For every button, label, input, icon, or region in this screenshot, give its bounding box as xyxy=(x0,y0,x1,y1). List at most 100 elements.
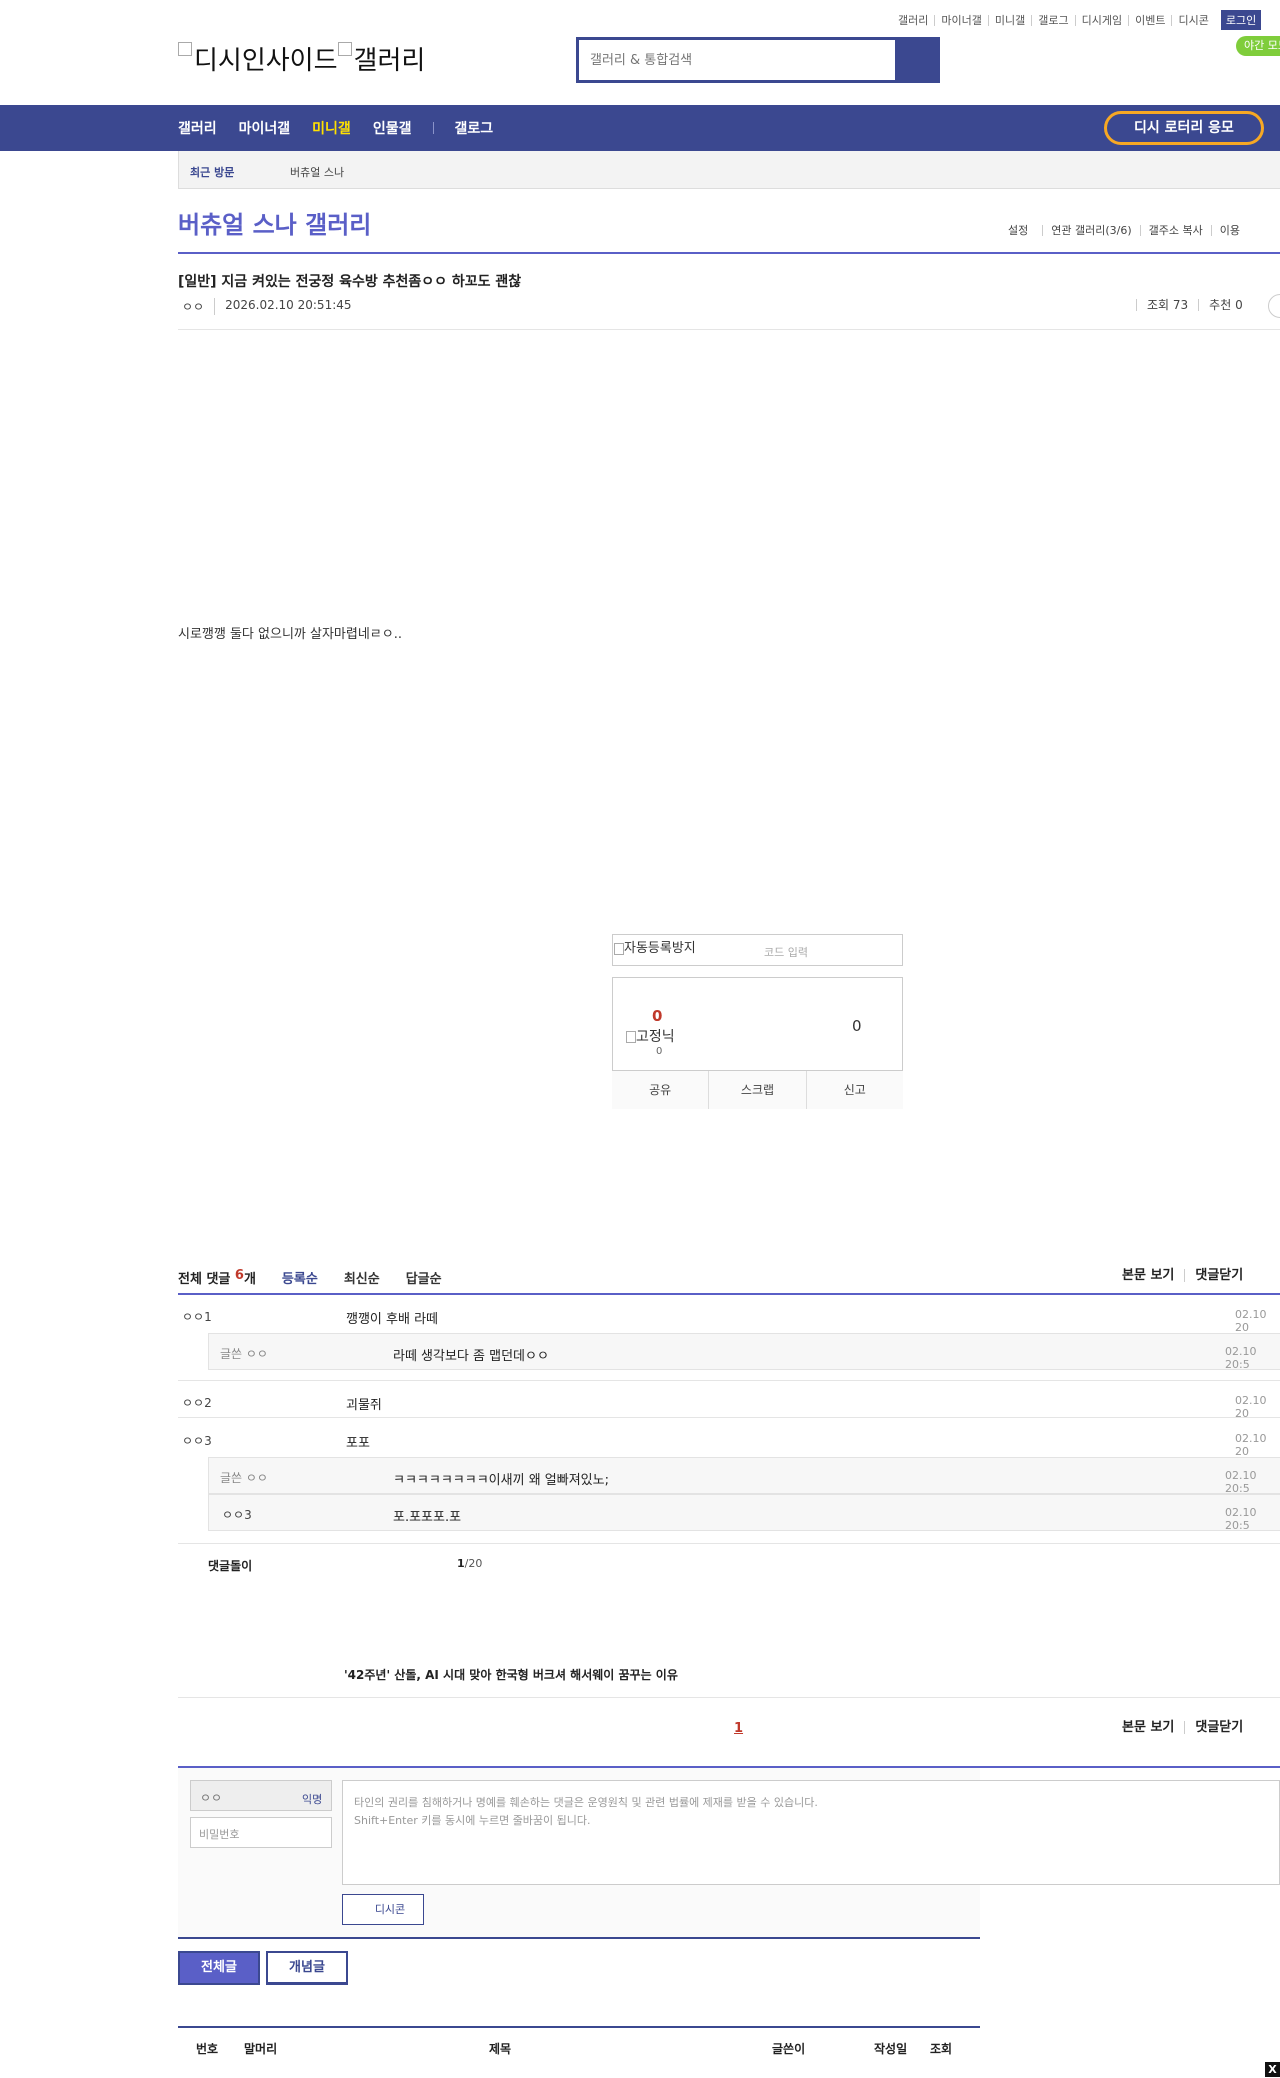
reply-date: 02.10 20:5 xyxy=(1225,1506,1257,1532)
col-subject-head: 말머리 xyxy=(244,2042,278,2056)
post-body: 시로깽깽 둘다 없으니까 살자마렵네ㄹㅇ.. xyxy=(178,627,402,642)
usage-link[interactable]: 이용 xyxy=(1210,225,1248,236)
reply-text: 라떼 생각보다 좀 맵던데ㅇㅇ xyxy=(393,1349,549,1364)
post-meta: ㅇㅇ 2026.02.10 20:51:45 xyxy=(182,298,352,315)
captcha-image-alt: 자동등록방지 xyxy=(624,941,696,956)
close-icon[interactable]: X xyxy=(1265,2062,1280,2077)
broken-image-icon xyxy=(178,42,192,56)
col-date: 작성일 xyxy=(874,2042,908,2056)
logo-gallery-text: 갤러리 xyxy=(353,46,426,76)
nav-gallery[interactable]: 갤러리 xyxy=(178,118,217,138)
search-box xyxy=(576,37,940,83)
placeholder-line: 타인의 권리를 침해하거나 명예를 훼손하는 댓글은 운영원칙 및 관련 법률에… xyxy=(354,1796,818,1809)
more-options-button[interactable] xyxy=(1268,294,1280,318)
top-utility-links: 갤러리 마이너갤 미니갤 갤로그 디시게임 이벤트 디시콘 로그인 xyxy=(892,10,1262,30)
reply-row xyxy=(208,1494,1280,1531)
comment-text: 포포 xyxy=(346,1436,370,1451)
fixed-nick-upvote[interactable]: 고정닉 xyxy=(626,1026,675,1046)
nickname-value: ㅇㅇ xyxy=(200,1791,223,1805)
post-date: 2026.02.10 20:51:45 xyxy=(214,298,352,315)
recent-visit-item[interactable]: 버츄얼 스나 xyxy=(290,164,344,180)
top-link-mini[interactable]: 미니갤 xyxy=(987,14,1031,26)
post-author[interactable]: ㅇㅇ xyxy=(182,298,204,315)
reply-date: 02.10 20:5 xyxy=(1225,1469,1257,1495)
nav-gallog[interactable]: 갤로그 xyxy=(454,118,493,138)
reply-nick[interactable]: ㅇㅇ3 xyxy=(222,1506,252,1523)
news-link[interactable]: '42주년' 산돌, AI 시대 맞아 한국형 버크셔 해서웨이 꿈꾸는 이유 xyxy=(344,1666,678,1683)
comment-page-current: 1 xyxy=(457,1557,465,1570)
view-post-link[interactable]: 본문 보기 xyxy=(1122,1721,1184,1734)
scrap-button[interactable]: 스크랩 xyxy=(708,1071,805,1109)
captcha-image: 자동등록방지 xyxy=(614,937,696,956)
reply-nick[interactable]: 글쓴 ㅇㅇ xyxy=(220,1469,268,1486)
comment-date: 02.10 20 xyxy=(1235,1394,1267,1420)
related-gallery-link[interactable]: 연관 갤러리(3/6) xyxy=(1042,225,1139,236)
search-input[interactable] xyxy=(579,40,895,80)
comment-nick[interactable]: ㅇㅇ2 xyxy=(182,1394,212,1411)
close-comments-link[interactable]: 댓글닫기 xyxy=(1184,1269,1253,1282)
top-link-gallery[interactable]: 갤러리 xyxy=(892,15,934,26)
gallery-settings-link[interactable]: 설정 xyxy=(1000,225,1042,236)
nav-minor[interactable]: 마이너갤 xyxy=(239,118,291,138)
col-author: 글쓴이 xyxy=(772,2042,806,2056)
comment-page-total: /20 xyxy=(464,1557,483,1570)
sort-registered[interactable]: 등록순 xyxy=(282,1268,318,1287)
top-link-minor[interactable]: 마이너갤 xyxy=(934,14,987,26)
reply-row xyxy=(208,1457,1280,1494)
divider xyxy=(178,329,1280,330)
post-title: [일반] 지금 켜있는 전궁정 육수방 추천좀ㅇㅇ 하꼬도 괜찮 xyxy=(178,274,522,290)
reply-row xyxy=(208,1333,1280,1370)
divider xyxy=(178,252,1280,254)
col-views: 조회 xyxy=(930,2042,953,2056)
reply-text: ㅋㅋㅋㅋㅋㅋㅋㅋ이새끼 왜 얼빠져있노; xyxy=(393,1473,609,1488)
page-number-current[interactable]: 1 xyxy=(734,1721,743,1736)
reply-text: 포.포포포.포 xyxy=(393,1510,462,1525)
downvote-count[interactable]: 0 xyxy=(852,1017,862,1035)
comment-nick[interactable]: ㅇㅇ1 xyxy=(182,1308,212,1325)
gallery-title[interactable]: 버츄얼 스나 갤러리 xyxy=(178,205,371,240)
post-stats: 조회 73 추천 0 xyxy=(1136,299,1243,311)
broken-image-icon xyxy=(337,42,352,56)
divider xyxy=(178,1697,1280,1698)
col-number: 번호 xyxy=(196,2042,219,2056)
comment-textarea-placeholder: 타인의 권리를 침해하거나 명예를 훼손하는 댓글은 운영원칙 및 관련 법률에… xyxy=(354,1794,818,1830)
comment-count-unit: 개 xyxy=(243,1272,256,1287)
upvote-count[interactable]: 0 xyxy=(652,1007,662,1025)
comment-date: 02.10 20 xyxy=(1235,1308,1267,1334)
search-button[interactable] xyxy=(895,40,937,80)
logo-site-text: 디시인사이드 xyxy=(194,46,338,76)
comment-refresh-button[interactable]: 댓글돌이 xyxy=(208,1557,252,1574)
top-link-event[interactable]: 이벤트 xyxy=(1128,14,1171,26)
col-title: 제목 xyxy=(489,2042,512,2056)
top-link-gallog[interactable]: 갤로그 xyxy=(1031,14,1074,26)
captcha-input[interactable]: 코드 입력 xyxy=(764,944,808,960)
recent-visit-label[interactable]: 최근 방문 xyxy=(190,164,234,180)
share-button[interactable]: 공유 xyxy=(612,1071,708,1109)
password-placeholder: 비밀번호 xyxy=(199,1828,240,1841)
dccon-button[interactable]: 디시콘 xyxy=(342,1894,424,1925)
comment-nick[interactable]: ㅇㅇ3 xyxy=(182,1432,212,1449)
nav-mini[interactable]: 미니갤 xyxy=(312,118,351,138)
site-logo[interactable]: 디시인사이드 갤러리 xyxy=(178,40,425,77)
best-posts-button[interactable]: 개념글 xyxy=(266,1951,348,1985)
reply-nick[interactable]: 글쓴 ㅇㅇ xyxy=(220,1345,268,1362)
login-button[interactable]: 로그인 xyxy=(1220,10,1262,30)
sort-replies[interactable]: 답글순 xyxy=(406,1268,442,1287)
top-link-game[interactable]: 디시게임 xyxy=(1074,14,1128,26)
comment-total-label: 전체 댓글 xyxy=(178,1272,231,1287)
all-posts-button[interactable]: 전체글 xyxy=(178,1951,260,1985)
top-link-dccon[interactable]: 디시콘 xyxy=(1171,14,1214,26)
sort-latest[interactable]: 최신순 xyxy=(344,1268,380,1287)
view-post-link[interactable]: 본문 보기 xyxy=(1122,1269,1184,1282)
main-nav: 갤러리 마이너갤 미니갤 인물갤 갤로그 xyxy=(178,105,515,151)
broken-image-icon xyxy=(626,1031,636,1043)
copy-address-link[interactable]: 갤주소 복사 xyxy=(1139,225,1211,236)
report-button[interactable]: 신고 xyxy=(805,1071,903,1109)
nav-divider xyxy=(433,122,435,134)
lotto-button[interactable]: 디시 로터리 응모 xyxy=(1104,111,1264,145)
night-mode-button[interactable]: 야간 모드 xyxy=(1236,36,1280,56)
close-comments-link[interactable]: 댓글닫기 xyxy=(1184,1721,1253,1734)
comment-text: 괴물쥐 xyxy=(346,1398,382,1413)
comment-thread xyxy=(178,1381,1280,1418)
nav-person[interactable]: 인물갤 xyxy=(373,118,412,138)
